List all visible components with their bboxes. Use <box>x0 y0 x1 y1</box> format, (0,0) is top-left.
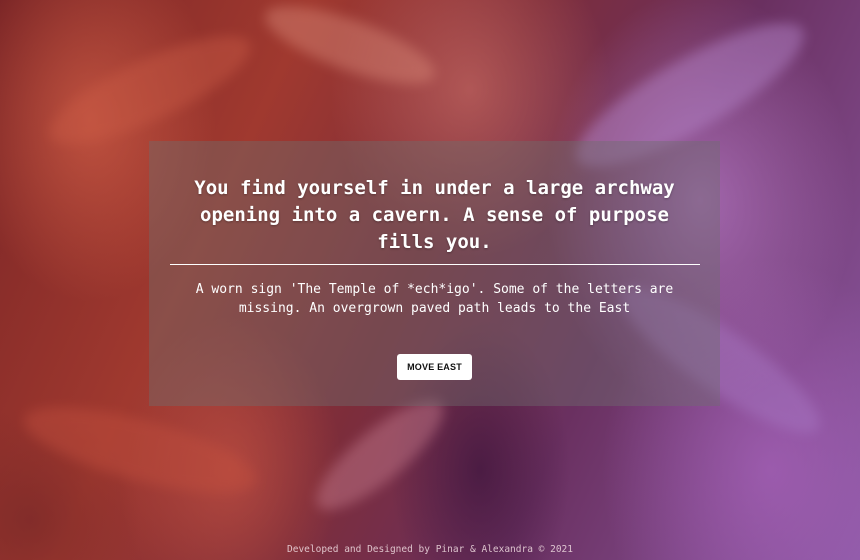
scene-description: A worn sign 'The Temple of *ech*igo'. So… <box>195 282 674 316</box>
move-east-button[interactable]: MOVE EAST <box>397 354 472 380</box>
scene-panel: You find yourself in under a large archw… <box>149 141 720 406</box>
title-divider <box>169 264 700 265</box>
footer-credits: Developed and Designed by Pinar & Alexan… <box>287 544 573 555</box>
scene-title: You find yourself in under a large archw… <box>194 177 675 253</box>
